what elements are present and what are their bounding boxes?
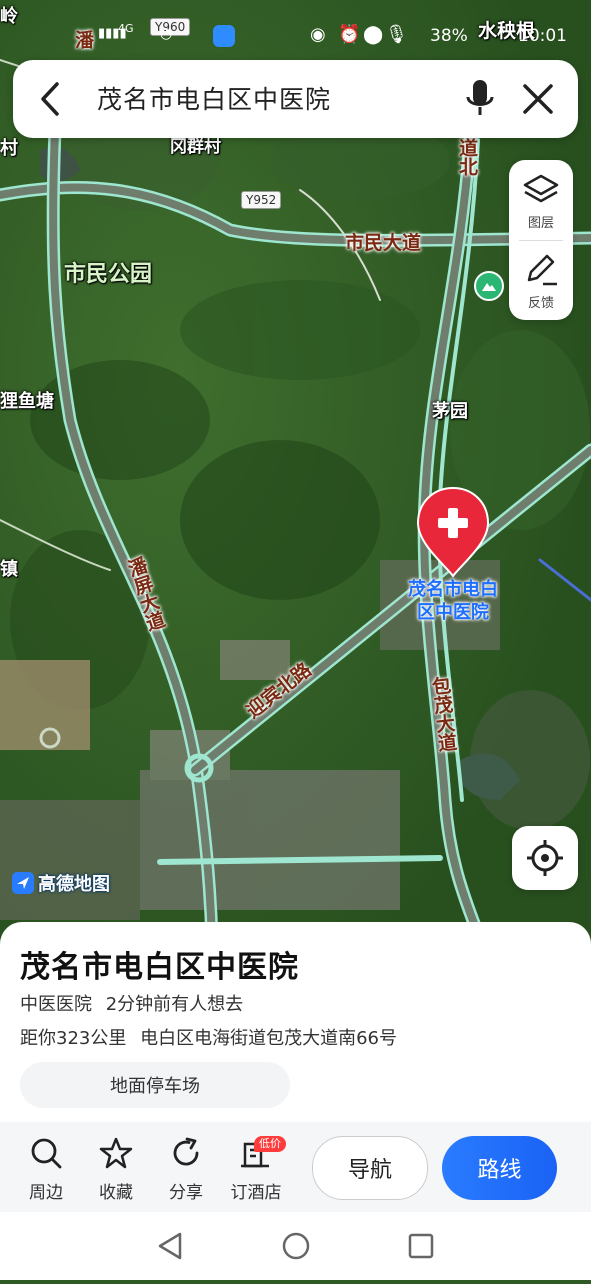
carrier-text: 4G [118, 22, 134, 35]
battery-text: 38% [430, 26, 468, 46]
share-icon [173, 1137, 199, 1166]
road-label-daobei: 道北 [456, 138, 478, 176]
feedback-button[interactable]: 反馈 [509, 240, 573, 320]
search-query[interactable]: 茂名市电白区中医院 [97, 80, 331, 116]
map-label-park: 市民公园 [64, 262, 153, 287]
map-tools-panel: 图层 反馈 [509, 160, 573, 320]
edit-pencil-icon [527, 254, 557, 286]
feedback-label: 反馈 [527, 296, 554, 311]
mic-status-icon: 🎙 [385, 24, 408, 45]
voice-search-button[interactable] [462, 77, 498, 121]
map-label-zhen: 镇 [0, 559, 18, 580]
road-label-shimin: 市民大道 [345, 232, 422, 254]
system-navigation-bar [0, 1212, 591, 1280]
alarm-icon: ⏰ [338, 24, 361, 45]
home-circle-icon[interactable] [282, 1232, 310, 1260]
microphone-icon [466, 80, 494, 115]
eye-icon: ◉ [310, 24, 326, 45]
back-button[interactable] [31, 78, 71, 120]
search-icon [31, 1138, 62, 1169]
poi-marker[interactable] [416, 486, 490, 578]
clear-search-button[interactable] [519, 80, 557, 118]
back-arrow-icon [41, 82, 59, 116]
close-icon [523, 84, 553, 114]
hotel-label: 订酒店 [230, 1183, 282, 1203]
place-detail-sheet[interactable]: 茂名市电白区中医院 中医医院 2分钟前有人想去 距你323公里 电白区电海街道包… [0, 922, 591, 1122]
search-bar[interactable]: 茂名市电白区中医院 [13, 60, 578, 138]
layers-icon [523, 174, 559, 203]
wifi-icon: ◔ [160, 26, 173, 42]
route-button[interactable]: 路线 [442, 1136, 557, 1200]
low-price-badge: 低价 [254, 1136, 286, 1152]
clock-text: 10:01 [518, 26, 567, 46]
layers-button[interactable]: 图层 [509, 160, 573, 240]
road-badge-y952: Y952 [241, 191, 282, 209]
place-address-line: 距你323公里 电白区电海街道包茂大道南66号 [20, 1024, 397, 1050]
parking-chip[interactable]: 地面停车场 [20, 1062, 290, 1108]
navigation-arrow-icon [12, 872, 34, 894]
place-meta: 中医医院 2分钟前有人想去 [20, 990, 243, 1016]
status-bar: ▮▮▮▮ 4G ◔ ◉ ⏰ ⬤ 🎙 38% 10:01 [0, 12, 591, 56]
map-view[interactable]: 市民公园 冈群村 茅园 狸鱼塘 村 镇 岭 水秧根 市民大道 道北 潘 潘屏大道… [0, 0, 591, 940]
place-interest: 2分钟前有人想去 [105, 994, 244, 1015]
layers-label: 图层 [527, 216, 554, 231]
navigate-button[interactable]: 导航 [312, 1136, 428, 1200]
map-label-maoyuan: 茅园 [432, 401, 468, 422]
nearby-label: 周边 [29, 1183, 63, 1203]
locate-me-button[interactable] [512, 826, 578, 890]
share-button[interactable]: 分享 [156, 1136, 216, 1203]
hospital-pin-icon [416, 486, 490, 578]
favorite-button[interactable]: 收藏 [86, 1136, 146, 1203]
poi-marker-label: 茂名市电白区中医院 [408, 579, 498, 623]
place-distance: 距你323公里 [20, 1028, 127, 1049]
brand-logo: 高德地图 [12, 870, 110, 895]
back-triangle-icon[interactable] [158, 1232, 182, 1260]
map-label-liyutang: 狸鱼塘 [0, 391, 54, 412]
action-bar: 周边 收藏 分享 订酒店 低价 导航 路线 [0, 1122, 591, 1212]
nearby-button[interactable]: 周边 [16, 1136, 76, 1203]
favorite-label: 收藏 [99, 1183, 133, 1203]
park-poi-icon[interactable] [474, 271, 504, 301]
weather-app-icon [213, 25, 235, 47]
place-address: 电白区电海街道包茂大道南66号 [140, 1028, 397, 1049]
share-label: 分享 [169, 1183, 203, 1203]
recents-square-icon[interactable] [408, 1233, 434, 1259]
star-icon [99, 1137, 133, 1169]
map-label-cun: 村 [0, 138, 18, 159]
place-name: 茂名市电白区中医院 [20, 950, 299, 985]
place-category: 中医医院 [20, 994, 92, 1015]
crosshair-icon [527, 840, 563, 876]
location-icon: ⬤ [363, 24, 384, 45]
satellite-map-imagery [0, 0, 591, 940]
